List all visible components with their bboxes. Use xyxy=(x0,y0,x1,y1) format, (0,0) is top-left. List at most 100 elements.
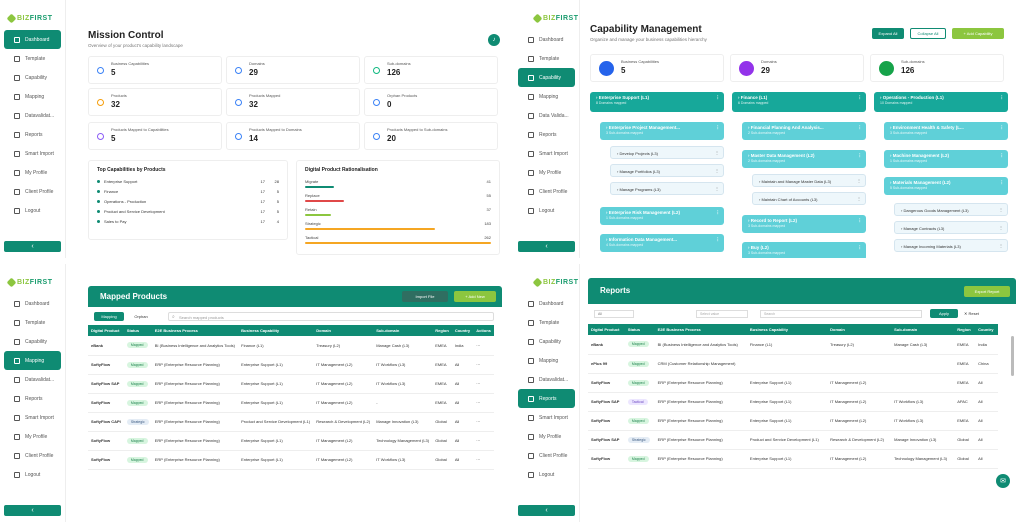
column-header[interactable]: Business Capability xyxy=(238,325,313,336)
domain-node-l2[interactable]: › Master Data Management (L2) 2 Sub-domai… xyxy=(742,150,866,168)
column-header[interactable]: Domain xyxy=(313,325,373,336)
column-header[interactable]: Region xyxy=(432,325,452,336)
sidebar-item[interactable]: My Profile xyxy=(4,163,61,182)
column-header[interactable]: Region xyxy=(954,324,975,335)
table-row[interactable]: SoftyFlow CAPI Strategic ERP (Enterprise R… xyxy=(88,412,494,432)
reset-button[interactable]: ✕ Reset xyxy=(964,311,979,316)
sidebar-item[interactable]: Mapping xyxy=(4,351,61,370)
sidebar-item[interactable]: Capability xyxy=(4,332,61,351)
sidebar-item[interactable]: Datavalidat... xyxy=(4,370,61,389)
sidebar-item[interactable]: Smart Import xyxy=(4,408,61,427)
capability-node-l1[interactable]: › Operations - Production (L1) 10 Domains… xyxy=(874,92,1008,112)
import-file-button[interactable]: Import File xyxy=(402,291,448,302)
subdomain-node-l3[interactable]: › Maintain Chart of Accounts (L3) ⋮ xyxy=(752,192,866,205)
subdomain-node-l3[interactable]: › Manage Contracts (L3) ⋮ xyxy=(894,221,1008,234)
sidebar-item[interactable]: Template xyxy=(4,313,61,332)
sidebar-item[interactable]: Logout xyxy=(518,465,575,484)
table-row[interactable]: SoftyFlow SAP Mapped ERP (Enterprise Resou… xyxy=(88,374,494,394)
add-new-button[interactable]: + Add New xyxy=(454,291,496,302)
table-row[interactable]: SoftyFlow Mapped ERP (Enterprise Resource … xyxy=(88,393,494,413)
sidebar-item[interactable]: My Profile xyxy=(518,163,575,182)
sidebar-item[interactable]: Datavalidat... xyxy=(4,106,61,125)
subdomain-node-l3[interactable]: › Manage Incoming Materials (L3) ⋮ xyxy=(894,239,1008,252)
collapse-sidebar-button[interactable]: ‹ xyxy=(4,241,61,252)
sidebar-item[interactable]: Smart Import xyxy=(518,408,575,427)
capability-node-l1[interactable]: › Finance (L1) 6 Domains mapped ⋮ xyxy=(732,92,866,112)
domain-node-l2[interactable]: › Enterprise Risk Management (L2) 1 Sub-d… xyxy=(600,207,724,225)
sidebar-item[interactable]: Client Profile xyxy=(518,182,575,201)
sidebar-item[interactable]: Client Profile xyxy=(518,446,575,465)
sidebar-item[interactable]: Client Profile xyxy=(4,182,61,201)
column-header[interactable]: Status xyxy=(625,324,655,335)
add-capability-button[interactable]: + Add Capability xyxy=(952,28,1004,39)
column-header[interactable]: Country xyxy=(452,325,473,336)
sidebar-item[interactable]: Mapping xyxy=(518,87,575,106)
collapse-sidebar-button[interactable]: ‹ xyxy=(518,505,575,516)
sidebar-item[interactable]: Dashboard xyxy=(518,30,575,49)
table-row[interactable]: SoftyFlow Mapped ERP (Enterprise Resource … xyxy=(88,450,494,470)
tab-mapping[interactable]: Mapping xyxy=(94,312,124,321)
column-header[interactable]: Status xyxy=(124,325,152,336)
sidebar-item[interactable]: Logout xyxy=(518,201,575,220)
domain-node-l2[interactable]: › Materials Management (L2) 5 Sub-domains… xyxy=(884,177,1008,195)
domain-node-l2[interactable]: › Machine Management (L2) 1 Sub-domains m… xyxy=(884,150,1008,168)
tab-orphan[interactable]: Orphan xyxy=(128,312,154,321)
sidebar-item[interactable]: Dashboard xyxy=(4,30,61,49)
filter-search[interactable]: Search xyxy=(760,310,922,318)
table-row[interactable]: SoftyFlow Mapped ERP (Enterprise Resource … xyxy=(88,355,494,375)
column-header[interactable]: Sub-domain xyxy=(373,325,432,336)
collapse-sidebar-button[interactable]: ‹ xyxy=(518,241,575,252)
sidebar-item[interactable]: Dashboard xyxy=(518,294,575,313)
filter-select-2[interactable]: Select value xyxy=(696,310,748,318)
table-row[interactable]: eBank Mapped BI (Business Intelligence and… xyxy=(88,336,494,356)
sidebar-item[interactable]: Reports xyxy=(4,125,61,144)
column-header[interactable]: Digital Product xyxy=(88,325,124,336)
sidebar-item[interactable]: Template xyxy=(518,49,575,68)
domain-node-l2[interactable]: › Financial Planning And Analysis... 2 Su… xyxy=(742,122,866,140)
table-row[interactable]: SoftyFlow SAP Tactical ERP (Enterprise Res… xyxy=(588,392,998,412)
filter-select-1[interactable]: All xyxy=(594,310,634,318)
apply-button[interactable]: Apply xyxy=(930,309,958,318)
column-header[interactable]: E2E Business Process xyxy=(152,325,238,336)
sidebar-item[interactable]: Client Profile xyxy=(4,446,61,465)
sidebar-item[interactable]: Logout xyxy=(4,465,61,484)
table-row[interactable]: ePlus 99 Mapped CRM (Customer Relationship… xyxy=(588,354,998,374)
sidebar-item[interactable]: Logout xyxy=(4,201,61,220)
domain-node-l2[interactable]: › Buy (L2) 3 Sub-domains mapped ⋮ xyxy=(742,242,866,258)
collapse-sidebar-button[interactable]: ‹ xyxy=(4,505,61,516)
table-row[interactable]: SoftyFlow Mapped ERP (Enterprise Resource … xyxy=(588,449,998,469)
sidebar-item[interactable]: Smart Import xyxy=(4,144,61,163)
column-header[interactable]: Business Capability xyxy=(747,324,827,335)
collapse-all-button[interactable]: Collapse All xyxy=(910,28,946,39)
table-row[interactable]: SoftyFlow Mapped ERP (Enterprise Resource … xyxy=(588,411,998,431)
domain-node-l2[interactable]: › Information Data Management... 4 Sub-do… xyxy=(600,234,724,252)
sidebar-item[interactable]: Smart Import xyxy=(518,144,575,163)
sidebar-item[interactable]: Datavalidat... xyxy=(518,370,575,389)
sidebar-item[interactable]: Capability xyxy=(518,68,575,87)
subdomain-node-l3[interactable]: › Manage Programs (L3) ⋮ xyxy=(610,182,724,195)
column-header[interactable]: Sub-domain xyxy=(891,324,954,335)
notifications-button[interactable]: ♪ xyxy=(488,34,500,46)
table-scrollbar[interactable] xyxy=(1011,336,1014,376)
sidebar-item[interactable]: Reports xyxy=(518,389,575,408)
sidebar-item[interactable]: Reports xyxy=(518,125,575,144)
export-report-button[interactable]: Export Report xyxy=(964,286,1010,297)
sidebar-item[interactable]: My Profile xyxy=(518,427,575,446)
sidebar-item[interactable]: Capability xyxy=(4,68,61,87)
column-header[interactable]: Digital Product xyxy=(588,324,625,335)
table-row[interactable]: SoftyFlow Mapped ERP (Enterprise Resource … xyxy=(588,373,998,393)
subdomain-node-l3[interactable]: › Dangerous Goods Management (L3) ⋮ xyxy=(894,203,1008,216)
sidebar-item[interactable]: Capability xyxy=(518,332,575,351)
subdomain-node-l3[interactable]: › Maintain and Manage Master Data (L3) ⋮ xyxy=(752,174,866,187)
sidebar-item[interactable]: Mapping xyxy=(4,87,61,106)
domain-node-l2[interactable]: › Enterprise Project Management... 3 Sub-… xyxy=(600,122,724,140)
column-header[interactable]: E2E Business Process xyxy=(655,324,747,335)
chat-button[interactable]: ✉ xyxy=(996,474,1010,488)
domain-node-l2[interactable]: › Environment Health & Safety (L... 3 Sub… xyxy=(884,122,1008,140)
column-header[interactable]: Actions xyxy=(473,325,494,336)
capability-node-l1[interactable]: › Enterprise Support (L1) 8 Domains mappe… xyxy=(590,92,724,112)
table-row[interactable]: eBank Mapped BI (Business Intelligence and… xyxy=(588,335,998,355)
column-header[interactable]: Country xyxy=(975,324,998,335)
sidebar-item[interactable]: Template xyxy=(518,313,575,332)
subdomain-node-l3[interactable]: › Develop Projects (L3) ⋮ xyxy=(610,146,724,159)
